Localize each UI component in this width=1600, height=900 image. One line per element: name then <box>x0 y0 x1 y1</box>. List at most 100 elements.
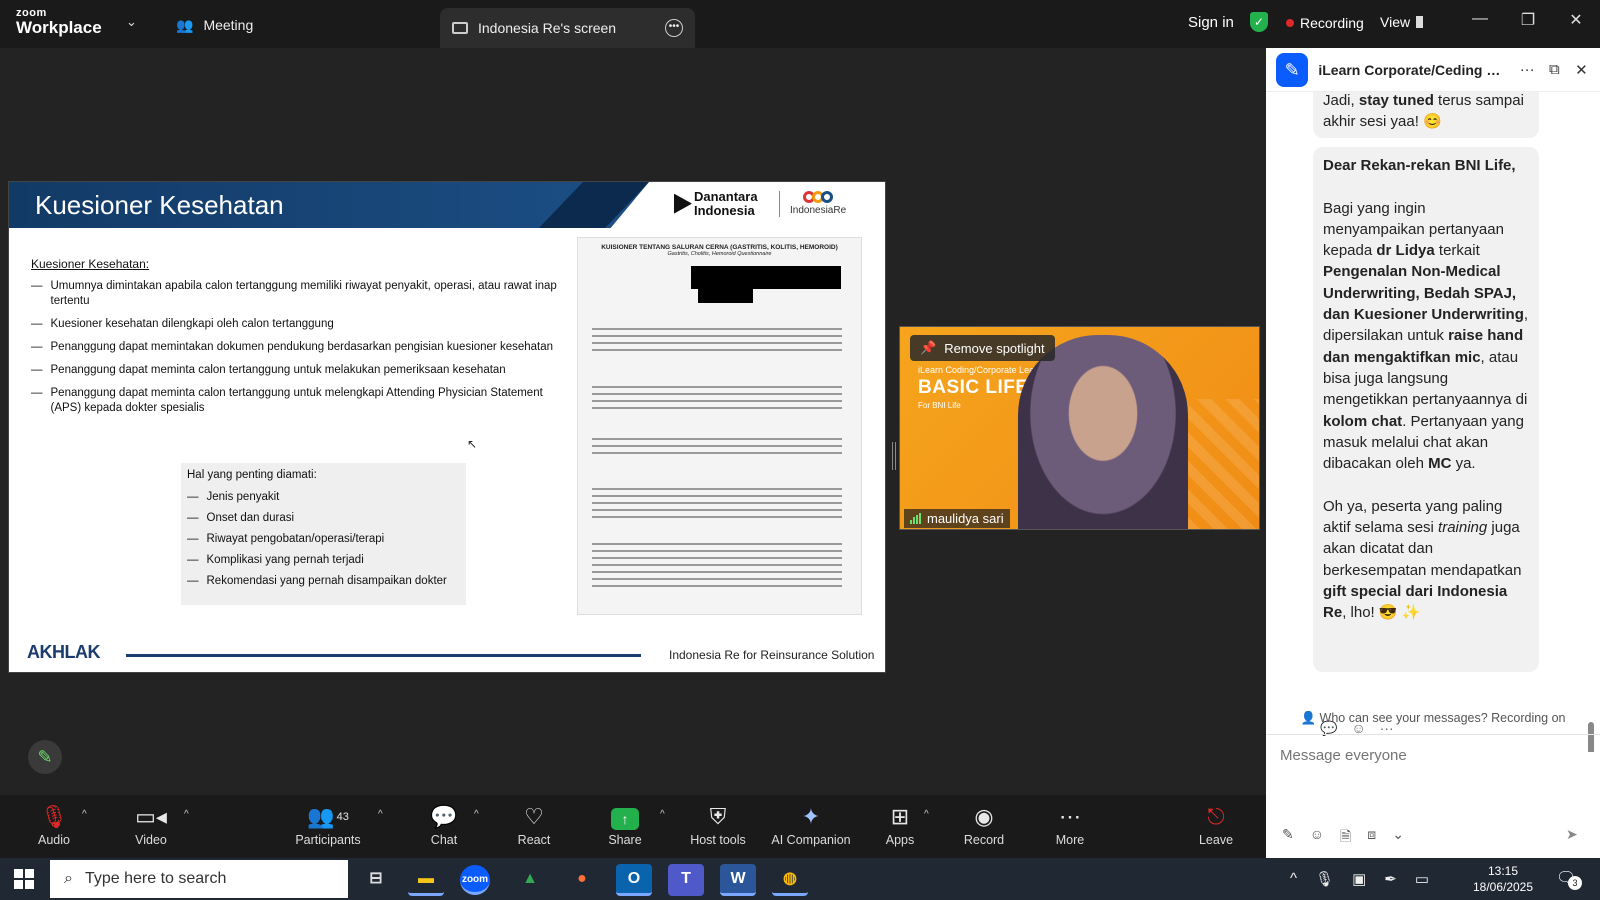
pen-icon[interactable]: ✒ <box>1384 870 1397 888</box>
file-attach-icon[interactable]: 🗎 <box>1340 826 1351 850</box>
chevron-up-icon[interactable]: ^ <box>378 809 383 820</box>
firefox-icon[interactable]: ● <box>564 864 600 896</box>
title-bar: zoom Workplace ⌄ 👥 Meeting Indonesia Re'… <box>0 0 1600 48</box>
chevron-down-icon[interactable]: ⌄ <box>1392 826 1404 850</box>
chevron-up-icon[interactable]: ^ <box>82 809 87 820</box>
more-label: More <box>1055 833 1085 847</box>
word-icon[interactable]: W <box>720 864 756 896</box>
ai-companion-button[interactable]: ✦ AI Companion <box>766 803 856 847</box>
minimize-icon[interactable]: — <box>1466 10 1494 28</box>
file-explorer-icon[interactable]: ▬ <box>408 864 444 896</box>
ai-sparkle-icon: ✦ <box>801 804 821 829</box>
taskbar-search[interactable]: ⌕ Type here to search <box>50 860 348 898</box>
audio-button[interactable]: 🎙 Audio <box>34 803 74 847</box>
sign-in-button[interactable]: Sign in <box>1188 14 1234 31</box>
form-subtitle: Gastritis, Cholitis, Hemoroid Questionna… <box>667 251 772 257</box>
message-text-italic: training <box>1438 519 1488 537</box>
chrome-icon[interactable]: ◍ <box>772 864 808 896</box>
close-icon[interactable]: ✕ <box>1562 10 1590 30</box>
notification-icon[interactable]: 🗨 3 <box>1556 868 1582 890</box>
screen-share-icon <box>452 22 468 34</box>
keyboard-icon[interactable]: ▭ <box>1415 870 1429 888</box>
security-shield-icon[interactable]: ✓ <box>1250 12 1268 32</box>
list-item: — Riwayat pengobatan/operasi/terapi <box>187 533 385 545</box>
split-resize-handle[interactable] <box>892 442 896 470</box>
slide-logos: Danantara Indonesia IndonesiaRe <box>674 190 846 217</box>
chat-privacy-note[interactable]: 👤 Who can see your messages? Recording o… <box>1266 711 1600 726</box>
chat-messages[interactable]: Jadi, stay tuned terus sampai akhir sesi… <box>1266 92 1600 752</box>
view-button[interactable]: View <box>1380 14 1424 30</box>
logo-workplace-text: Workplace <box>16 18 102 37</box>
chevron-up-icon[interactable]: ^ <box>1290 870 1297 888</box>
google-drive-icon[interactable]: ▲ <box>512 864 548 896</box>
windows-start-icon[interactable] <box>14 869 34 889</box>
tab-shared-screen-label: Indonesia Re's screen <box>478 20 617 36</box>
form-text-lines <box>592 386 842 414</box>
chevron-up-icon[interactable]: ^ <box>184 809 189 820</box>
chat-message-input[interactable] <box>1274 740 1592 770</box>
participant-name-tag: maulidya sari <box>904 509 1010 528</box>
shared-slide: Kuesioner Kesehatan Danantara Indonesia … <box>8 181 886 673</box>
shield-icon: ⛨ <box>709 804 727 829</box>
message-text-bold: Pengenalan Non-Medical Underwriting, Bed… <box>1323 263 1524 324</box>
pop-out-icon[interactable]: ⧉ <box>1546 61 1563 78</box>
chat-button[interactable]: 💬 Chat <box>424 803 464 847</box>
chevron-down-icon[interactable]: ⌄ <box>126 14 137 30</box>
emoji-icon[interactable]: ☺ <box>1310 826 1324 850</box>
important-points-box: Hal yang penting diamati: — Jenis penyaki… <box>181 463 466 605</box>
indonesiare-logo: IndonesiaRe <box>790 191 846 216</box>
participants-button[interactable]: 👥 43 Participants <box>292 803 364 847</box>
more-button[interactable]: ⋯ More <box>1050 803 1090 847</box>
message-text: Jadi, <box>1323 92 1359 109</box>
participants-label: Participants <box>295 833 361 847</box>
chat-title: iLearn Corporate/Ceding Le... <box>1318 61 1509 78</box>
screenshot-icon[interactable]: ⧈ <box>1367 826 1376 850</box>
outlook-icon[interactable]: O <box>616 864 652 896</box>
microphone-icon[interactable]: 🎙 <box>1315 870 1334 888</box>
recording-indicator[interactable]: Recording <box>1286 15 1364 31</box>
signal-strength-icon <box>910 513 921 524</box>
tab-meeting[interactable]: 👥 Meeting <box>176 14 253 36</box>
video-button[interactable]: ▭◂ Video <box>130 803 172 847</box>
task-view-icon[interactable]: ⊟ <box>358 864 394 896</box>
microphone-muted-icon: 🎙 <box>40 804 68 829</box>
questionnaire-form-image: KUISIONER TENTANG SALURAN CERNA (GASTRIT… <box>577 237 862 615</box>
display-icon[interactable]: ▣ <box>1352 870 1366 888</box>
message-text: ya. <box>1451 455 1476 473</box>
chevron-up-icon[interactable]: ^ <box>660 809 665 820</box>
chevron-up-icon[interactable]: ^ <box>924 809 929 820</box>
teams-icon[interactable]: T <box>668 864 704 896</box>
chevron-up-icon[interactable]: ^ <box>474 809 479 820</box>
share-button[interactable]: ↑ Share <box>605 803 645 847</box>
more-options-icon[interactable]: ••• <box>665 19 683 37</box>
close-icon[interactable]: ✕ <box>1573 61 1590 79</box>
annotate-pencil-icon[interactable]: ✎ <box>28 740 62 774</box>
taskbar-clock[interactable]: 13:15 18/06/2025 <box>1468 863 1538 895</box>
record-button[interactable]: ◉ Record <box>962 803 1006 847</box>
send-icon[interactable]: ➤ <box>1566 826 1578 843</box>
spotlight-video-tile[interactable]: iLearn Coding/Corporate Lea BASIC LIFE A… <box>899 326 1260 530</box>
remove-spotlight-button[interactable]: 📌 Remove spotlight <box>910 335 1055 361</box>
tab-shared-screen[interactable]: Indonesia Re's screen ••• <box>440 8 695 48</box>
form-text-lines <box>592 328 842 356</box>
form-text-lines <box>592 438 842 459</box>
important-item-text: Jenis penyakit <box>206 491 280 503</box>
format-text-icon[interactable]: ✎ <box>1282 826 1294 850</box>
list-item: — Umumnya dimintakan apabila calon tertan… <box>31 279 561 309</box>
restore-icon[interactable]: ❐ <box>1514 10 1542 30</box>
apps-grid-icon: ⊞ <box>890 804 910 829</box>
zoom-app-icon[interactable]: zoom <box>460 865 490 895</box>
zoom-workplace-logo[interactable]: zoom Workplace <box>16 8 102 37</box>
important-heading: Hal yang penting diamati: <box>187 469 317 481</box>
recording-label: Recording <box>1300 15 1364 31</box>
questionnaire-bullets: — Umumnya dimintakan apabila calon tertan… <box>31 279 561 424</box>
search-icon: ⌕ <box>64 870 73 887</box>
akhlak-logo: AKHLAK <box>27 642 101 662</box>
react-button[interactable]: ♡ React <box>514 803 554 847</box>
leave-button[interactable]: ⎋ Leave <box>1196 803 1236 847</box>
message-text: terkait <box>1434 242 1480 260</box>
host-tools-button[interactable]: ⛨ Host tools <box>686 803 750 847</box>
participant-video <box>1018 335 1188 529</box>
more-options-icon[interactable]: ··· <box>1519 61 1536 78</box>
apps-button[interactable]: ⊞ Apps <box>880 803 920 847</box>
